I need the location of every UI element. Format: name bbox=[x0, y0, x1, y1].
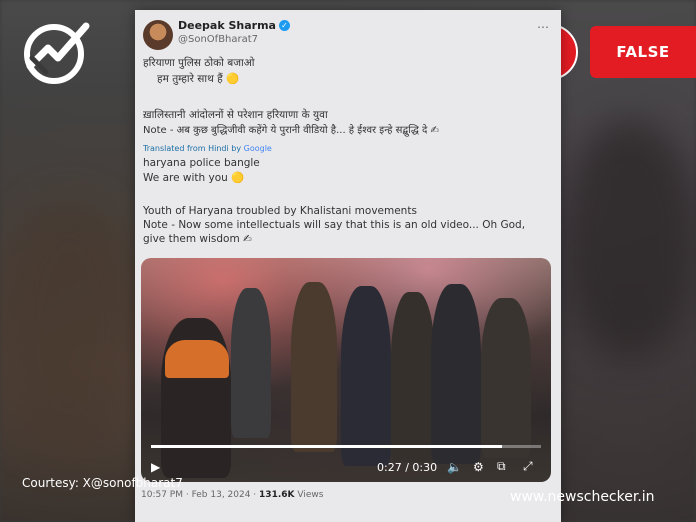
crowd-figure bbox=[291, 282, 337, 452]
post-text-en-5: give them wisdom ✍ bbox=[143, 233, 252, 245]
crowd-figure bbox=[341, 286, 391, 466]
play-icon[interactable]: ▶ bbox=[151, 460, 160, 474]
display-name[interactable]: Deepak Sharma ✓ bbox=[178, 19, 290, 32]
video-time: 0:27 / 0:30 bbox=[377, 461, 437, 474]
translation-notice[interactable]: Translated from Hindi by Google bbox=[143, 144, 272, 153]
background-blur-shape bbox=[560, 120, 696, 360]
translation-label: Translated from Hindi by bbox=[143, 144, 242, 153]
post-text-hindi-3: ख़ालिस्तानी आंदोलनों से परेशान हरियाणा क… bbox=[143, 109, 328, 121]
more-options-icon[interactable]: ⋯ bbox=[537, 20, 549, 34]
video-progress-fill bbox=[151, 445, 502, 448]
duration: 0:30 bbox=[412, 461, 438, 474]
post-text-hindi-2: हम तुम्हारे साथ हैं 🟡 bbox=[157, 73, 240, 85]
crowd-figure bbox=[431, 284, 481, 464]
post-metadata: 10:57 PM · Feb 13, 2024 · 131.6K Views bbox=[141, 490, 323, 500]
post-text-en-1: haryana police bangle bbox=[143, 157, 260, 169]
post-text-hindi-1: हरियाणा पुलिस ठोको बजाओ bbox=[143, 57, 255, 69]
google-logo: Google bbox=[243, 144, 272, 153]
courtesy-credit: Courtesy: X@sonofbharat7 bbox=[22, 476, 183, 490]
newschecker-logo bbox=[24, 22, 90, 84]
current-time: 0:27 bbox=[377, 461, 402, 474]
views-count: 131.6K bbox=[259, 490, 295, 500]
crowd-figure bbox=[391, 292, 435, 462]
video-progress-bar[interactable] bbox=[151, 445, 541, 448]
volume-icon[interactable]: 🔈 bbox=[447, 460, 462, 474]
post-text-en-3: Youth of Haryana troubled by Khalistani … bbox=[143, 205, 417, 217]
post-text-en-4: Note - Now some intellectuals will say t… bbox=[143, 219, 526, 231]
settings-gear-icon[interactable]: ⚙ bbox=[473, 460, 484, 474]
display-name-text: Deepak Sharma bbox=[178, 19, 276, 32]
site-url: www.newschecker.in bbox=[510, 489, 655, 505]
post-text-en-2: We are with you 🟡 bbox=[143, 172, 245, 184]
tweet-card: Deepak Sharma ✓ @SonOfBharat7 ⋯ हरियाणा प… bbox=[135, 10, 561, 522]
video-player[interactable]: ▶ 0:27 / 0:30 🔈 ⚙ ⧉ ⤢ bbox=[141, 258, 551, 482]
false-label: FALSE bbox=[590, 26, 696, 78]
avatar[interactable] bbox=[143, 20, 173, 50]
views-label: Views bbox=[297, 490, 324, 500]
orange-jacket bbox=[165, 340, 229, 378]
user-handle[interactable]: @SonOfBharat7 bbox=[178, 34, 258, 45]
fullscreen-icon[interactable]: ⤢ bbox=[523, 459, 533, 474]
post-timestamp[interactable]: 10:57 PM · Feb 13, 2024 · bbox=[141, 490, 256, 500]
background-blur-shape bbox=[0, 200, 140, 460]
verified-badge-icon: ✓ bbox=[278, 20, 290, 31]
crowd-figure bbox=[481, 298, 531, 458]
time-separator: / bbox=[401, 461, 413, 474]
picture-in-picture-icon[interactable]: ⧉ bbox=[497, 459, 506, 474]
post-text-hindi-4: Note - अब कुछ बुद्धिजीवी कहेंगे ये पुरान… bbox=[143, 125, 439, 136]
crowd-figure bbox=[231, 288, 271, 438]
